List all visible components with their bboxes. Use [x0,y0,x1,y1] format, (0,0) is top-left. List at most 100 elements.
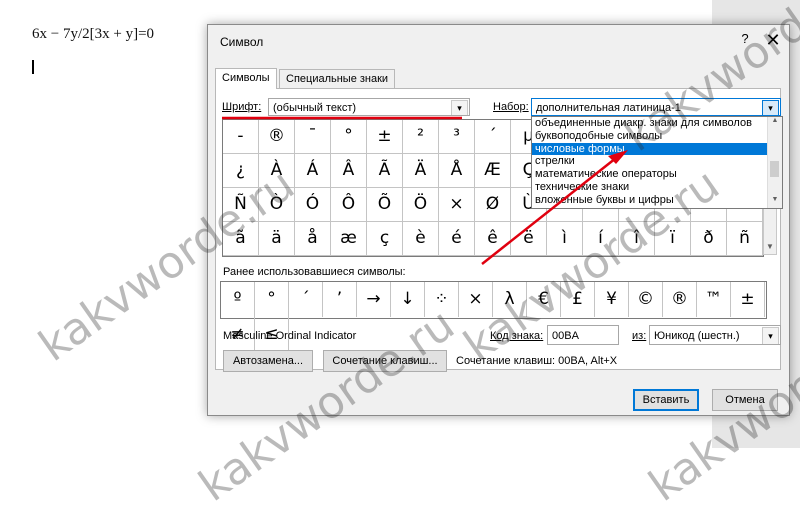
symbol-cell[interactable]: Æ [475,154,511,188]
from-select[interactable]: Юникод (шестн.) ▾ [649,325,781,345]
symbol-cell[interactable]: Õ [367,188,403,222]
symbol-cell[interactable]: ä [259,222,295,256]
chevron-down-icon[interactable]: ▾ [451,100,468,115]
scroll-down-icon[interactable]: ▼ [764,242,776,254]
symbol-cell[interactable]: Â [331,154,367,188]
from-select-value: Юникод (шестн.) [654,330,740,342]
scroll-thumb[interactable] [770,161,779,177]
symbol-cell[interactable]: ò [223,256,259,257]
recent-symbol-cell[interactable]: ® [663,282,697,317]
symbol-cell[interactable]: å [295,222,331,256]
font-select-value: (обычный текст) [273,102,357,114]
recent-symbols-row[interactable]: º ° ´’ → ↓ ⁘ × λ € £ ¥ © ® ™ ± ≠ ≤ [220,281,767,352]
symbol-cell[interactable]: ë [511,222,547,256]
recent-symbol-cell[interactable]: λ [493,282,527,317]
cancel-button[interactable]: Отмена [712,389,778,411]
subset-option[interactable]: технические знаки [532,181,767,194]
font-select[interactable]: (обычный текст) ▾ [268,98,470,116]
font-label: Шрифт: [222,101,262,113]
chevron-down-icon[interactable]: ▾ [762,100,779,115]
symbol-cell[interactable]: é [439,222,475,256]
insert-button[interactable]: Вставить [633,389,699,411]
chevron-down-icon[interactable]: ▾ [762,327,779,344]
symbol-cell[interactable]: Ó [295,188,331,222]
symbol-cell[interactable]: ® [259,120,295,154]
subset-dropdown-list[interactable]: объединенные диакр. знаки для символов бу… [531,116,783,209]
symbol-cell[interactable]: æ [331,222,367,256]
recent-symbol-cell[interactable]: ↓ [391,282,425,317]
symbol-cell[interactable]: ñ [727,222,763,256]
recent-symbol-cell[interactable]: × [459,282,493,317]
character-name: Masculine Ordinal Indicator [223,330,357,342]
symbol-cell[interactable]: ð [691,222,727,256]
recent-symbol-cell[interactable]: º [221,282,255,317]
symbol-cell[interactable]: ô [295,256,331,257]
subset-option[interactable]: объединенные диакр. знаки для символов [532,117,767,130]
scroll-down-icon[interactable]: ▼ [768,196,782,208]
subset-select-value: дополнительная латиница-1 [536,102,681,114]
scroll-up-icon[interactable]: ▲ [768,117,782,129]
subset-option[interactable]: числовые формы [532,142,767,156]
recent-symbol-cell[interactable]: © [629,282,663,317]
symbol-cell[interactable]: Ã [367,154,403,188]
close-icon[interactable]: ✕ [764,31,782,49]
symbol-cell[interactable]: ê [475,222,511,256]
recent-symbol-cell[interactable]: ’ [323,282,357,317]
subset-option[interactable]: вложенные буквы и цифры [532,194,767,207]
symbol-cell[interactable]: Ø [475,188,511,222]
symbol-cell[interactable]: ´ [475,120,511,154]
symbol-cell[interactable]: Á [295,154,331,188]
symbol-cell[interactable]: ï [655,222,691,256]
equation-formula[interactable]: 6x − 7y/2[3x + y]=0 [32,26,154,43]
symbol-cell[interactable]: Ô [331,188,367,222]
symbol-cell[interactable]: ç [367,222,403,256]
symbol-cell[interactable]: Ä [403,154,439,188]
recent-symbols-label: Ранее использовавшиеся символы: [223,266,406,278]
shortcut-key-button[interactable]: Сочетание клавиш... [323,350,447,372]
shortcut-key-text: Сочетание клавиш: 00BA, Alt+X [456,355,618,367]
subset-option[interactable]: буквоподобные символы [532,130,767,143]
autocorrect-button[interactable]: Автозамена... [223,350,313,372]
symbol-cell[interactable]: Ö [403,188,439,222]
recent-symbol-cell[interactable]: ´ [289,282,323,317]
symbol-cell[interactable]: ± [367,120,403,154]
subset-label: Набор: [493,101,529,113]
recent-symbol-cell[interactable]: → [357,282,391,317]
help-icon[interactable]: ? [736,31,754,49]
symbol-cell[interactable]: ì [547,222,583,256]
dropdown-scrollbar[interactable]: ▲ ▼ [767,117,782,208]
dialog-title: Символ [220,35,264,49]
recent-symbol-cell[interactable]: ™ [697,282,731,317]
recent-symbol-cell[interactable]: ⁘ [425,282,459,317]
symbol-cell[interactable]: × [439,188,475,222]
recent-symbol-cell[interactable]: ° [255,282,289,317]
symbol-cell[interactable]: ² [403,120,439,154]
symbol-dialog: Символ ? ✕ Символы Специальные знаки Шри… [207,24,790,416]
subset-option[interactable]: стрелки [532,155,767,168]
symbol-cell[interactable]: í [583,222,619,256]
symbol-cell[interactable]: ³ [439,120,475,154]
symbol-cell[interactable]: ¯ [295,120,331,154]
tab-symbols[interactable]: Символы [215,68,277,89]
subset-select[interactable]: дополнительная латиница-1 ▾ [531,98,781,116]
symbol-cell[interactable]: À [259,154,295,188]
symbol-cell[interactable]: - [223,120,259,154]
symbol-cell[interactable]: ° [331,120,367,154]
recent-symbol-cell[interactable]: £ [561,282,595,317]
character-code-input[interactable]: 00BA [547,325,619,345]
recent-symbol-cell[interactable]: € [527,282,561,317]
text-cursor [32,60,34,74]
recent-symbol-cell[interactable]: ¥ [595,282,629,317]
recent-symbol-cell[interactable]: ± [731,282,765,317]
symbol-cell[interactable]: Ò [259,188,295,222]
symbol-cell[interactable]: Ñ [223,188,259,222]
tab-special-characters[interactable]: Специальные знаки [279,69,396,88]
subset-option[interactable]: математические операторы [532,168,767,181]
symbol-cell[interactable]: Å [439,154,475,188]
symbol-cell[interactable]: è [403,222,439,256]
symbol-cell[interactable]: ¿ [223,154,259,188]
symbol-cell[interactable]: ã [223,222,259,256]
character-code-label: Код знака: [490,330,544,342]
symbol-cell[interactable]: ó [259,256,295,257]
symbol-cell[interactable]: î [619,222,655,256]
